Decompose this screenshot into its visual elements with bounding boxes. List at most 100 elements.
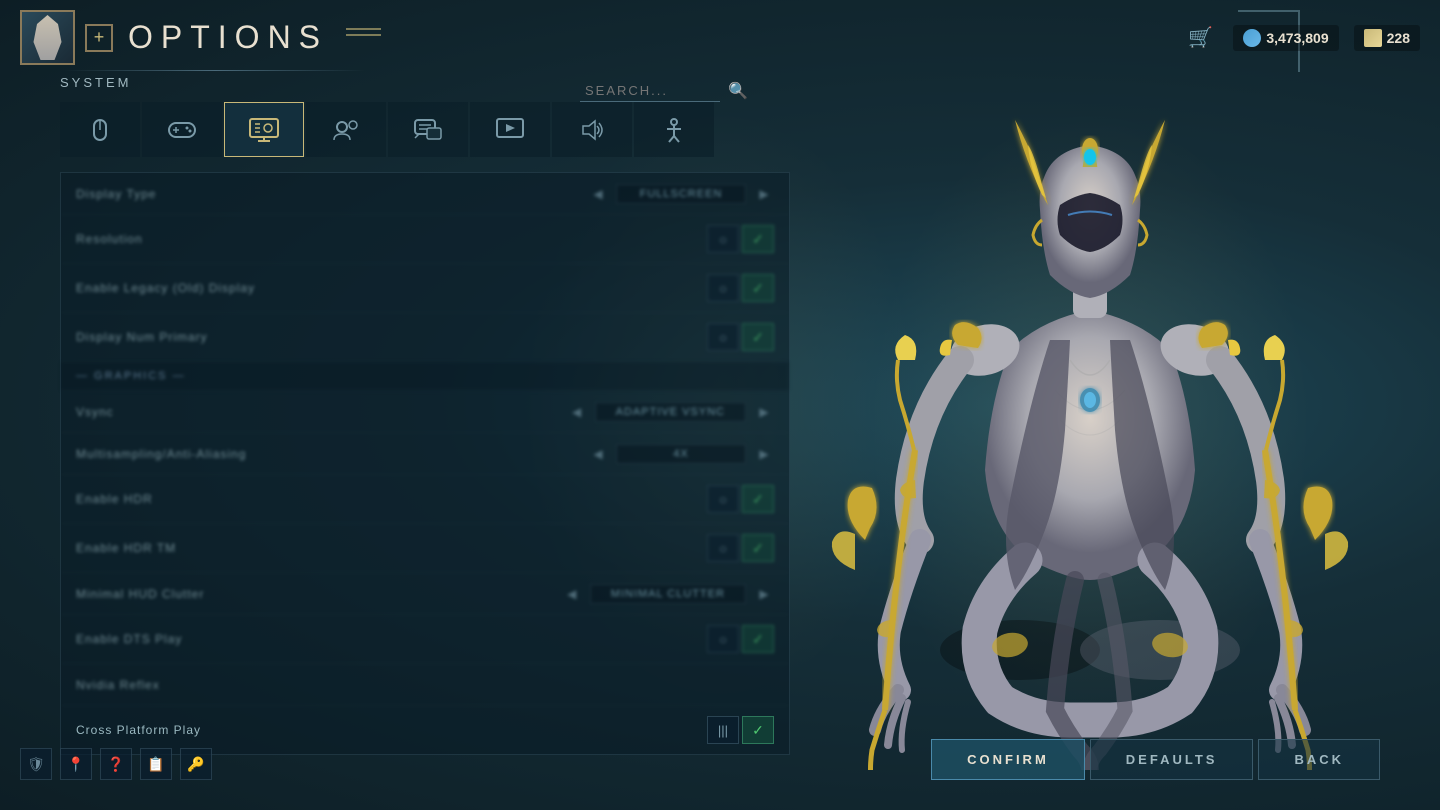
graphics-section-header: — GRAPHICS —: [61, 362, 789, 391]
location-icon[interactable]: 📍: [60, 748, 92, 780]
hdr-toggle-btn[interactable]: ○: [707, 485, 739, 513]
legacy-check[interactable]: ✓: [742, 274, 774, 302]
resolution-check[interactable]: ✓: [742, 225, 774, 253]
vsync-value: ADAPTIVE VSYNC: [595, 402, 746, 422]
dts-label: Enable DTS Play: [76, 632, 376, 646]
legacy-display-control: ○ ✓: [376, 274, 774, 302]
hdr-tm-toggle-btn[interactable]: ○: [707, 534, 739, 562]
multisampling-control: ◀ 4X ▶: [376, 444, 774, 464]
cross-platform-toggle: ||| ✓: [707, 716, 774, 744]
primary-toggle: ○ ✓: [707, 323, 774, 351]
shield-icon[interactable]: 🛡: [20, 748, 52, 780]
clipboard-icon[interactable]: 📋: [140, 748, 172, 780]
tab-chat[interactable]: [388, 102, 468, 157]
primary-toggle-btn[interactable]: ○: [707, 323, 739, 351]
tab-mouse[interactable]: [60, 102, 140, 157]
cross-platform-toggle-btn[interactable]: |||: [707, 716, 739, 744]
tab-display[interactable]: [224, 102, 304, 157]
vsync-right[interactable]: ▶: [754, 402, 774, 422]
setting-multisampling: Multisampling/Anti-Aliasing ◀ 4X ▶: [61, 433, 789, 475]
setting-nvidia-reflex: Nvidia Reflex: [61, 664, 789, 706]
minimal-hud-value: MINIMAL CLUTTER: [590, 584, 746, 604]
search-bar: 🔍: [580, 80, 748, 102]
legacy-toggle-btn[interactable]: ○: [707, 274, 739, 302]
setting-minimal-hud: Minimal HUD Clutter ◀ MINIMAL CLUTTER ▶: [61, 573, 789, 615]
character-display: [790, 50, 1390, 770]
vsync-control: ◀ ADAPTIVE VSYNC ▶: [376, 402, 774, 422]
setting-vsync: Vsync ◀ ADAPTIVE VSYNC ▶: [61, 391, 789, 433]
multisampling-left[interactable]: ◀: [588, 444, 608, 464]
platinum-value: 228: [1387, 30, 1410, 46]
confirm-button[interactable]: CONFIRM: [931, 739, 1085, 780]
multisampling-right[interactable]: ▶: [754, 444, 774, 464]
display-type-value: FULLSCREEN: [616, 184, 746, 204]
avatar[interactable]: [20, 10, 75, 65]
header-right: 🛒 3,473,809 228: [1183, 23, 1420, 53]
dts-toggle: ○ ✓: [707, 625, 774, 653]
tab-stream[interactable]: [470, 102, 550, 157]
options-decoration: [346, 28, 381, 48]
resolution-toggle-btn[interactable]: ○: [707, 225, 739, 253]
tab-bar: [60, 102, 790, 157]
resolution-control: ○ ✓: [376, 225, 774, 253]
page-title: OPTIONS: [128, 19, 328, 56]
search-input[interactable]: [580, 80, 720, 102]
add-button[interactable]: +: [85, 24, 113, 52]
tab-accessibility[interactable]: [634, 102, 714, 157]
key-icon[interactable]: 🔑: [180, 748, 212, 780]
nvidia-label: Nvidia Reflex: [76, 678, 376, 692]
search-icon[interactable]: 🔍: [728, 81, 748, 101]
vsync-left[interactable]: ◀: [567, 402, 587, 422]
bottom-icons: 🛡 📍 ❓ 📋 🔑: [20, 748, 212, 780]
cart-icon[interactable]: 🛒: [1183, 23, 1218, 53]
setting-legacy-display: Enable Legacy (Old) Display ○ ✓: [61, 264, 789, 313]
hdr-toggle: ○ ✓: [707, 485, 774, 513]
hdr-tm-toggle: ○ ✓: [707, 534, 774, 562]
cross-platform-control: ||| ✓: [376, 716, 774, 744]
graphics-label: — GRAPHICS —: [76, 370, 186, 382]
minimal-hud-left[interactable]: ◀: [562, 584, 582, 604]
display-type-left[interactable]: ◀: [588, 184, 608, 204]
left-panel: SYSTEM: [60, 75, 790, 755]
multisampling-value: 4X: [616, 444, 746, 464]
setting-display-primary: Display Num Primary ○ ✓: [61, 313, 789, 362]
setting-cross-platform: Cross Platform Play ||| ✓: [61, 706, 789, 754]
header: + OPTIONS 🛒 3,473,809 228: [0, 0, 1440, 75]
hdr-label: Enable HDR: [76, 492, 376, 506]
credits-value: 3,473,809: [1266, 30, 1328, 46]
credits-badge: 3,473,809: [1233, 25, 1338, 51]
display-type-control: ◀ FULLSCREEN ▶: [376, 184, 774, 204]
vsync-label: Vsync: [76, 405, 376, 419]
dts-toggle-btn[interactable]: ○: [707, 625, 739, 653]
help-icon[interactable]: ❓: [100, 748, 132, 780]
tab-social[interactable]: [306, 102, 386, 157]
multisampling-label: Multisampling/Anti-Aliasing: [76, 447, 376, 461]
settings-container: Display Type ◀ FULLSCREEN ▶ Resolution ○…: [60, 172, 790, 755]
header-left: + OPTIONS: [20, 10, 381, 65]
platinum-badge: 228: [1354, 25, 1420, 51]
hdr-check[interactable]: ✓: [742, 485, 774, 513]
legacy-display-label: Enable Legacy (Old) Display: [76, 281, 376, 295]
platinum-icon: [1243, 29, 1261, 47]
display-type-right[interactable]: ▶: [754, 184, 774, 204]
defaults-button[interactable]: DEFAULTS: [1090, 739, 1254, 780]
display-type-label: Display Type: [76, 187, 376, 201]
tab-audio[interactable]: [552, 102, 632, 157]
minimal-hud-right[interactable]: ▶: [754, 584, 774, 604]
dts-control: ○ ✓: [376, 625, 774, 653]
hdr-tm-check[interactable]: ✓: [742, 534, 774, 562]
dts-check[interactable]: ✓: [742, 625, 774, 653]
hdr-tm-label: Enable HDR TM: [76, 541, 376, 555]
bottom-actions: CONFIRM DEFAULTS BACK: [931, 739, 1380, 780]
hdr-tm-control: ○ ✓: [376, 534, 774, 562]
primary-check[interactable]: ✓: [742, 323, 774, 351]
back-button[interactable]: BACK: [1258, 739, 1380, 780]
resolution-label: Resolution: [76, 232, 376, 246]
setting-display-type: Display Type ◀ FULLSCREEN ▶: [61, 173, 789, 215]
tab-controller[interactable]: [142, 102, 222, 157]
minimal-hud-label: Minimal HUD Clutter: [76, 587, 376, 601]
setting-resolution: Resolution ○ ✓: [61, 215, 789, 264]
setting-dts: Enable DTS Play ○ ✓: [61, 615, 789, 664]
cross-platform-check[interactable]: ✓: [742, 716, 774, 744]
setting-hdr: Enable HDR ○ ✓: [61, 475, 789, 524]
